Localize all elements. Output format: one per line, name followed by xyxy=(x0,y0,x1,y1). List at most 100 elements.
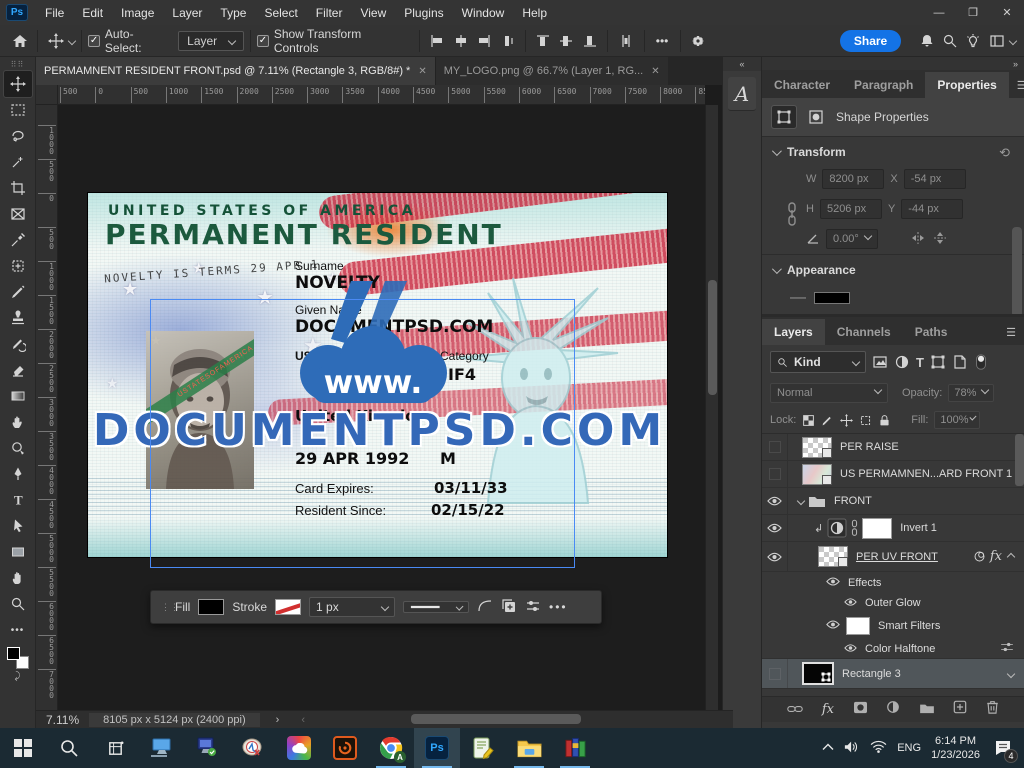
layer-thumbnail[interactable] xyxy=(818,546,848,567)
height-input[interactable]: 5206 px xyxy=(820,199,882,219)
transform-properties-icon[interactable] xyxy=(772,106,796,128)
tab-channels[interactable]: Channels xyxy=(825,319,903,345)
mask-link-icon[interactable] xyxy=(850,519,859,537)
visibility-toggle[interactable] xyxy=(762,515,788,541)
marquee-tool[interactable] xyxy=(4,97,32,123)
tab-character[interactable]: Character xyxy=(762,72,842,98)
move-tool[interactable] xyxy=(4,71,32,97)
move-options-chevron-icon[interactable] xyxy=(68,36,76,44)
collapse-chevrons-icon[interactable]: « xyxy=(723,57,761,71)
collapse-appearance-icon[interactable] xyxy=(772,264,782,274)
volume-icon[interactable] xyxy=(844,740,860,757)
notifications-bell-icon[interactable] xyxy=(915,30,938,52)
gradient-tool[interactable] xyxy=(4,383,32,409)
menu-file[interactable]: File xyxy=(36,0,73,25)
more-options-icon[interactable]: ••• xyxy=(650,30,673,52)
lasso-tool[interactable] xyxy=(4,123,32,149)
layers-menu-icon[interactable]: ☰ xyxy=(998,320,1024,345)
close-tab-icon[interactable]: ✕ xyxy=(418,66,426,77)
new-layer-icon[interactable] xyxy=(953,700,967,719)
drag-grip[interactable]: ⋮⋮ xyxy=(161,606,167,609)
blend-mode-dropdown[interactable]: Normal xyxy=(770,383,888,403)
x-input[interactable]: -54 px xyxy=(904,169,966,189)
align-left-icon[interactable] xyxy=(426,30,449,52)
filter-mask-thumbnail[interactable] xyxy=(846,617,870,635)
lock-transparency-icon[interactable] xyxy=(802,414,815,427)
glyphs-panel-icon[interactable]: A xyxy=(728,77,756,111)
tray-expand-chevron-icon[interactable] xyxy=(822,742,834,754)
panel-menu-icon[interactable]: ☰ xyxy=(1009,73,1024,98)
zoom-level[interactable]: 7.11% xyxy=(36,713,89,727)
history-brush-tool[interactable] xyxy=(4,331,32,357)
workspace-switcher-icon[interactable] xyxy=(985,30,1008,52)
frame-tool[interactable] xyxy=(4,201,32,227)
move-tool-icon[interactable] xyxy=(44,30,67,52)
align-center-h-icon[interactable] xyxy=(449,30,472,52)
eyedropper-tool[interactable] xyxy=(4,227,32,253)
menu-layer[interactable]: Layer xyxy=(163,0,211,25)
align-bottom-icon[interactable] xyxy=(578,30,601,52)
show-transform-checkbox[interactable]: ✓ xyxy=(257,35,269,47)
visibility-toggle[interactable] xyxy=(762,461,788,487)
clone-stamp-tool[interactable] xyxy=(4,305,32,331)
app-snipping-tool[interactable] xyxy=(230,728,276,768)
layer-name[interactable]: Invert 1 xyxy=(900,522,937,534)
home-icon[interactable] xyxy=(8,30,31,52)
layer-name[interactable]: PER RAISE xyxy=(840,441,899,453)
brush-tool[interactable] xyxy=(4,279,32,305)
filter-name[interactable]: Color Halftone xyxy=(865,643,935,655)
auto-select-target-dropdown[interactable]: Layer xyxy=(178,31,244,51)
fill-input[interactable]: 100% xyxy=(934,411,980,429)
app-creative-cloud[interactable] xyxy=(276,728,322,768)
lock-position-icon[interactable] xyxy=(840,414,853,427)
layer-name[interactable]: FRONT xyxy=(834,495,872,507)
shape-settings-sliders-icon[interactable] xyxy=(525,598,541,617)
canvas[interactable]: ★ ★ ★ ★ ★ ★ ★ ★ UNITED STATES OF AMERICA… xyxy=(58,105,705,710)
workspace-gear-icon[interactable] xyxy=(687,30,710,52)
tab-paragraph[interactable]: Paragraph xyxy=(842,72,925,98)
layer-row-effects[interactable]: Effects xyxy=(762,572,1024,593)
edit-toolbar-dots[interactable]: ••• xyxy=(4,617,32,643)
layer-row-smart-filters[interactable]: Smart Filters xyxy=(762,613,1024,639)
path-selection-tool[interactable] xyxy=(4,513,32,539)
layer-row-rectangle-3[interactable]: Rectangle 3 xyxy=(762,659,1024,689)
shape-more-icon[interactable]: ••• xyxy=(549,600,568,614)
menu-select[interactable]: Select xyxy=(255,0,306,25)
layer-bounds-outline[interactable] xyxy=(150,299,575,568)
reset-transform-icon[interactable]: ⟲ xyxy=(999,145,1010,161)
angle-input[interactable]: 0.00° xyxy=(826,229,878,249)
language-indicator[interactable]: ENG xyxy=(897,742,921,754)
lock-all-icon[interactable] xyxy=(878,414,891,427)
app-chrome[interactable]: A xyxy=(368,728,414,768)
tab-paths[interactable]: Paths xyxy=(903,319,960,345)
auto-select-checkbox[interactable]: ✓ xyxy=(88,35,100,47)
tab-layers[interactable]: Layers xyxy=(762,319,825,345)
layer-row-us-permanent[interactable]: US PERMAMNEN...ARD FRONT 1 xyxy=(762,461,1024,488)
lock-artboard-icon[interactable] xyxy=(859,414,872,427)
layer-row-invert[interactable]: ↳ Invert 1 xyxy=(762,515,1024,542)
doc-tab-active[interactable]: PERMAMNENT RESIDENT FRONT.psd @ 7.11% (R… xyxy=(36,57,435,85)
foreground-color-swatch[interactable] xyxy=(7,647,20,660)
layer-row-color-halftone[interactable]: Color Halftone xyxy=(762,639,1024,659)
scroll-down-chevron-icon[interactable] xyxy=(1007,669,1015,677)
stroke-style-dropdown[interactable] xyxy=(403,601,469,613)
filter-toggle-icon[interactable] xyxy=(974,353,988,371)
menu-view[interactable]: View xyxy=(351,0,395,25)
fill-swatch[interactable] xyxy=(198,599,224,615)
pen-tool[interactable] xyxy=(4,461,32,487)
link-layers-icon[interactable] xyxy=(787,701,803,719)
layer-name[interactable]: Rectangle 3 xyxy=(842,668,901,680)
effects-label[interactable]: Effects xyxy=(848,577,881,589)
filter-kind-dropdown[interactable]: Kind xyxy=(770,351,866,373)
hand-tool[interactable] xyxy=(4,565,32,591)
healing-brush-tool[interactable] xyxy=(4,253,32,279)
wifi-icon[interactable] xyxy=(870,740,887,756)
object-selection-tool[interactable] xyxy=(4,149,32,175)
status-chevron-icon[interactable]: › xyxy=(276,714,280,726)
app-this-pc[interactable] xyxy=(138,728,184,768)
discover-lightbulb-icon[interactable] xyxy=(962,30,985,52)
task-view-button[interactable] xyxy=(92,728,138,768)
filter-adjustment-icon[interactable] xyxy=(894,354,910,370)
visibility-toggle[interactable] xyxy=(762,542,788,571)
layer-thumbnail[interactable] xyxy=(802,662,834,685)
